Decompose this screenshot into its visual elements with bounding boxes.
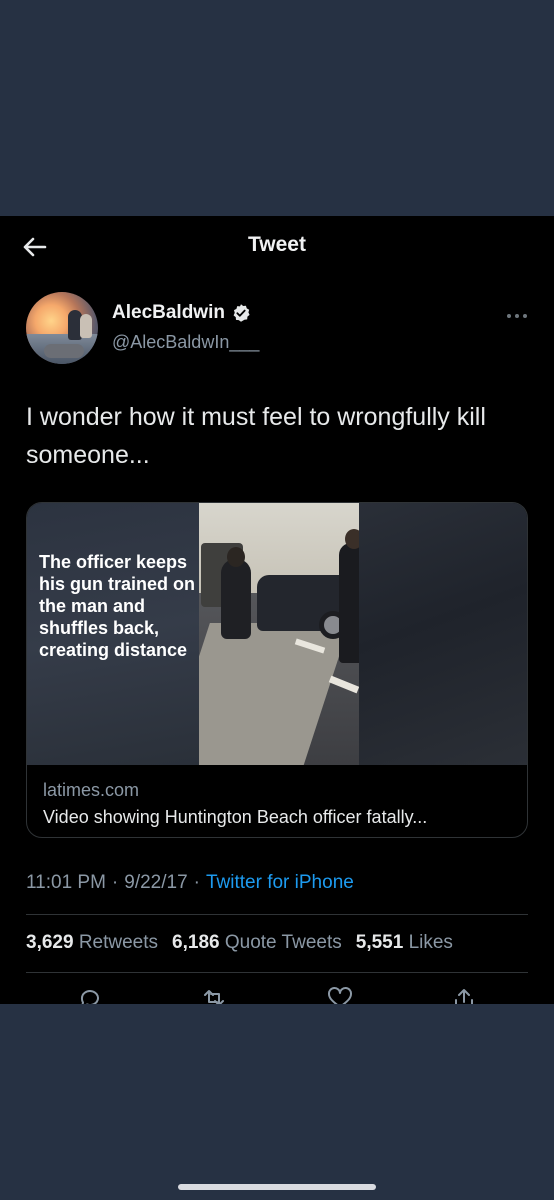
display-name: AlecBaldwin: [112, 302, 225, 323]
scene-officer: [339, 543, 359, 663]
quote-tweets-count: 6,186: [172, 932, 220, 953]
card-title: Video showing Huntington Beach officer f…: [43, 807, 428, 827]
display-name-line[interactable]: AlecBaldwin: [112, 302, 251, 324]
scene-person: [221, 559, 251, 639]
quote-tweets-stat[interactable]: 6,186 Quote Tweets: [172, 932, 342, 954]
tweet-text: I wonder how it must feel to wrongfully …: [26, 403, 486, 469]
retweets-stat[interactable]: 3,629 Retweets: [26, 932, 158, 954]
thumbnail-scene: [199, 503, 359, 765]
tweet-detail-screen: Tweet AlecBaldwin @AlecBaldwIn___ I wond…: [0, 216, 554, 1004]
tweet-date: 9/22/17: [124, 872, 188, 893]
share-icon[interactable]: [450, 986, 478, 1004]
avatar-figure: [80, 314, 92, 338]
link-card[interactable]: The officer keeps his gun trained on the…: [26, 502, 528, 838]
back-arrow-icon: [23, 237, 47, 257]
reply-icon[interactable]: [76, 986, 104, 1004]
retweets-label: Retweets: [78, 932, 159, 953]
avatar[interactable]: [26, 292, 98, 364]
more-options-icon[interactable]: [504, 308, 530, 324]
tweet-actions: [0, 986, 554, 1004]
tweet-stats: 3,629 Retweets 6,186 Quote Tweets 5,551 …: [26, 932, 453, 954]
retweets-count: 3,629: [26, 932, 74, 953]
likes-stat[interactable]: 5,551 Likes: [356, 932, 453, 954]
thumbnail-right-panel: [359, 503, 527, 765]
thumbnail-left-panel: The officer keeps his gun trained on the…: [27, 503, 199, 765]
tweet-meta: 11:01 PM · 9/22/17 · Twitter for iPhone: [26, 872, 354, 894]
user-handle[interactable]: @AlecBaldwIn___: [112, 332, 259, 353]
video-caption-overlay: The officer keeps his gun trained on the…: [39, 552, 195, 660]
top-bar: Tweet: [0, 216, 554, 276]
likes-count: 5,551: [355, 932, 404, 953]
page-title: Tweet: [248, 233, 306, 256]
like-icon[interactable]: [326, 986, 354, 1004]
retweet-icon[interactable]: [200, 986, 228, 1004]
card-footer[interactable]: latimes.com Video showing Huntington Bea…: [27, 765, 527, 837]
divider: [26, 972, 528, 973]
back-button[interactable]: [14, 230, 54, 264]
meta-separator: ·: [193, 872, 200, 893]
scene-officer-head: [345, 529, 359, 549]
card-domain: latimes.com: [43, 780, 140, 800]
tweet-header: AlecBaldwin @AlecBaldwIn___: [26, 292, 536, 372]
meta-separator: ·: [111, 872, 119, 893]
card-video-thumbnail[interactable]: The officer keeps his gun trained on the…: [27, 503, 527, 765]
divider: [26, 914, 528, 915]
home-indicator[interactable]: [178, 1184, 376, 1190]
tweet-source-link[interactable]: Twitter for iPhone: [206, 872, 354, 894]
likes-label: Likes: [408, 932, 453, 953]
quote-tweets-label: Quote Tweets: [224, 932, 342, 953]
avatar-rock: [44, 344, 84, 358]
scene-person-head: [227, 547, 245, 567]
verified-badge-icon: [233, 304, 250, 322]
tweet-time: 11:01 PM: [26, 872, 106, 893]
